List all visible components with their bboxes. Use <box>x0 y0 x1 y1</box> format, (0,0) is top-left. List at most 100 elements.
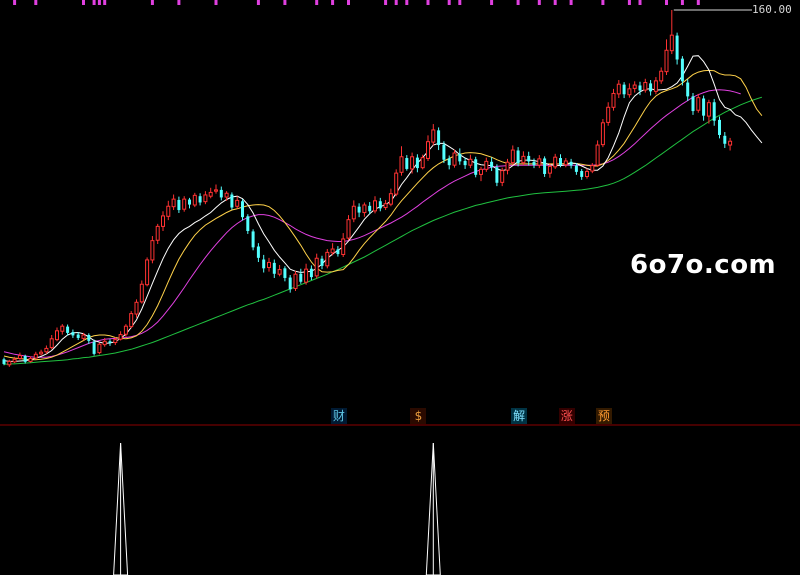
candle-body-43 <box>230 194 234 208</box>
event-badge-0[interactable]: 财 <box>330 408 347 424</box>
candle-body-35 <box>188 199 191 205</box>
candle-body-74 <box>394 172 399 195</box>
candle-31 <box>166 200 171 221</box>
candle-body-46 <box>246 216 250 231</box>
candle-104 <box>553 153 558 169</box>
candle-58 <box>309 265 313 281</box>
top-mark-11 <box>315 0 319 5</box>
candle-body-5 <box>28 357 33 362</box>
candle-106 <box>563 158 568 168</box>
candle-body-2 <box>12 358 17 363</box>
top-mark-15 <box>394 0 398 5</box>
candle-body-67 <box>357 206 361 213</box>
candle-body-62 <box>330 248 335 254</box>
candle-88 <box>468 154 473 169</box>
candle-86 <box>458 148 462 165</box>
candle-71 <box>378 197 382 212</box>
candle-body-84 <box>447 158 451 166</box>
candle-81 <box>431 124 436 146</box>
candle-body-72 <box>383 203 388 209</box>
candle-body-32 <box>171 198 176 208</box>
candle-body-110 <box>585 170 589 177</box>
top-mark-27 <box>638 0 642 5</box>
candle-116 <box>616 80 621 99</box>
candle-body-76 <box>405 158 409 169</box>
candle-body-23 <box>123 325 128 335</box>
candle-body-78 <box>415 157 419 169</box>
candle-body-59 <box>314 257 319 277</box>
candle-body-108 <box>574 165 578 172</box>
candle-body-97 <box>516 150 520 164</box>
candle-body-116 <box>616 83 621 95</box>
candle-135 <box>718 116 721 139</box>
candle-body-123 <box>653 80 658 92</box>
candle-9 <box>49 335 54 350</box>
candle-112 <box>595 140 600 167</box>
candle-63 <box>336 246 340 257</box>
ma20-path <box>3 89 741 358</box>
candle-body-102 <box>543 158 547 174</box>
candle-body-52 <box>277 269 282 275</box>
stock-kline-chart[interactable] <box>0 0 800 575</box>
candle-11 <box>60 324 65 335</box>
ma60-path <box>3 96 763 365</box>
candle-body-118 <box>627 88 632 96</box>
candle-body-89 <box>474 159 478 175</box>
candle-3 <box>17 352 22 360</box>
candle-body-85 <box>452 152 457 166</box>
candle-body-31 <box>166 205 171 217</box>
top-mark-13 <box>347 0 350 5</box>
top-mark-8 <box>214 0 218 5</box>
event-badge-2[interactable]: 解 <box>511 408 528 424</box>
candle-body-28 <box>150 240 155 261</box>
candle-body-34 <box>182 198 187 210</box>
candle-134 <box>712 98 716 126</box>
candle-51 <box>272 259 276 278</box>
candle-35 <box>188 197 191 209</box>
candle-75 <box>399 146 404 176</box>
candle-body-65 <box>346 219 351 239</box>
candle-95 <box>505 158 510 175</box>
candle-body-12 <box>66 326 70 333</box>
candle-47 <box>251 229 255 251</box>
candle-123 <box>653 77 658 95</box>
candle-body-10 <box>55 330 59 341</box>
top-mark-28 <box>665 0 668 5</box>
candle-body-109 <box>580 171 584 177</box>
candle-body-9 <box>49 338 54 349</box>
candle-body-127 <box>675 35 679 60</box>
candle-body-79 <box>420 157 425 169</box>
candle-68 <box>362 202 367 217</box>
candle-body-113 <box>600 122 605 146</box>
candle-body-60 <box>320 258 324 266</box>
ma60-line <box>3 96 763 365</box>
top-mark-22 <box>537 0 541 5</box>
candle-body-77 <box>410 156 415 170</box>
candle-body-87 <box>463 160 467 166</box>
candle-125 <box>664 39 669 75</box>
candle-18 <box>97 342 102 355</box>
candle-7 <box>39 349 44 356</box>
candle-body-80 <box>426 141 430 159</box>
candle-body-115 <box>611 92 616 108</box>
watermark-logo: 6o7o.com <box>630 250 777 280</box>
candle-93 <box>495 164 499 187</box>
candle-body-30 <box>161 215 165 227</box>
event-badge-4[interactable]: 预 <box>595 408 612 424</box>
candle-137 <box>728 137 733 151</box>
candle-77 <box>410 152 415 174</box>
candle-72 <box>383 199 388 211</box>
candle-body-71 <box>378 201 382 209</box>
candle-body-101 <box>537 158 542 166</box>
candle-61 <box>325 249 330 269</box>
candle-body-16 <box>87 335 91 341</box>
event-badge-1[interactable]: $ <box>410 408 427 424</box>
candle-body-15 <box>81 334 86 339</box>
top-mark-4 <box>97 0 101 5</box>
event-badge-3[interactable]: 涨 <box>558 408 575 424</box>
candle-body-29 <box>155 225 160 241</box>
candle-body-99 <box>527 155 531 162</box>
candle-body-38 <box>203 194 208 203</box>
candle-12 <box>66 324 70 336</box>
candle-34 <box>182 196 187 212</box>
